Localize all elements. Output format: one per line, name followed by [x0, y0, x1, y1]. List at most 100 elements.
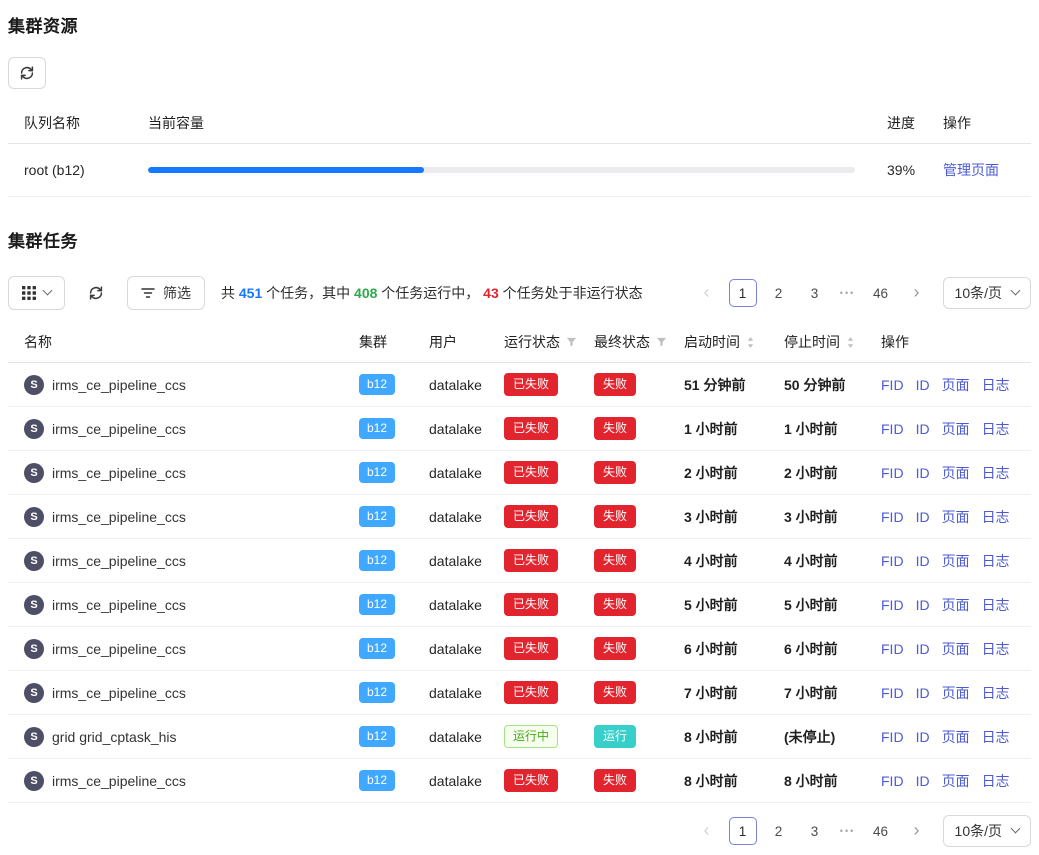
- task-action-link-id[interactable]: ID: [916, 641, 930, 657]
- task-action-link-日志[interactable]: 日志: [982, 421, 1010, 437]
- cluster-badge: b12: [359, 374, 395, 395]
- task-user: datalake: [413, 539, 488, 583]
- manage-page-link[interactable]: 管理页面: [943, 162, 999, 178]
- task-action-link-id[interactable]: ID: [916, 553, 930, 569]
- pagination-prev-icon[interactable]: ‹: [693, 817, 721, 845]
- task-action-link-页面[interactable]: 页面: [942, 509, 970, 525]
- filter-icon: [141, 287, 155, 299]
- task-action-link-日志[interactable]: 日志: [982, 729, 1010, 745]
- task-action-link-id[interactable]: ID: [916, 509, 930, 525]
- task-name: grid grid_cptask_his: [52, 729, 177, 745]
- task-action-link-日志[interactable]: 日志: [982, 597, 1010, 613]
- task-action-link-fid[interactable]: FID: [881, 509, 904, 525]
- col-run-status[interactable]: 运行状态: [488, 322, 578, 363]
- task-action-link-页面[interactable]: 页面: [942, 773, 970, 789]
- table-row: Sirms_ce_pipeline_ccsb12datalake已失败失败6 小…: [8, 627, 1031, 671]
- pagination-page-2[interactable]: 2: [765, 279, 793, 307]
- page-size-select[interactable]: 10条/页: [943, 277, 1031, 309]
- task-action-link-fid[interactable]: FID: [881, 421, 904, 437]
- task-action-link-id[interactable]: ID: [916, 729, 930, 745]
- task-action-link-日志[interactable]: 日志: [982, 553, 1010, 569]
- sorter-icon[interactable]: [746, 336, 755, 349]
- final-status-badge: 失败: [594, 373, 636, 396]
- table-row: Sirms_ce_pipeline_ccsb12datalake已失败失败8 小…: [8, 759, 1031, 803]
- task-action-link-页面[interactable]: 页面: [942, 553, 970, 569]
- filter-funnel-icon[interactable]: [566, 337, 577, 348]
- pagination-page-46[interactable]: 46: [867, 279, 895, 307]
- start-time: 8 小时前: [668, 759, 768, 803]
- task-action-link-页面[interactable]: 页面: [942, 729, 970, 745]
- task-action-link-fid[interactable]: FID: [881, 377, 904, 393]
- pagination-page-1[interactable]: 1: [729, 279, 757, 307]
- task-action-link-日志[interactable]: 日志: [982, 773, 1010, 789]
- table-row: root (b12) 39% 管理页面: [8, 144, 1031, 197]
- col-stop-time[interactable]: 停止时间: [768, 322, 865, 363]
- tasks-refresh-button[interactable]: [81, 277, 111, 309]
- page-size-select[interactable]: 10条/页: [943, 815, 1031, 847]
- start-time: 4 小时前: [668, 539, 768, 583]
- task-action-link-页面[interactable]: 页面: [942, 465, 970, 481]
- final-status-badge: 失败: [594, 769, 636, 792]
- pagination-page-2[interactable]: 2: [765, 817, 793, 845]
- chevron-down-icon: [1011, 286, 1021, 296]
- resources-refresh-button[interactable]: [8, 57, 46, 89]
- col-final-status[interactable]: 最终状态: [578, 322, 668, 363]
- pagination-page-3[interactable]: 3: [801, 279, 829, 307]
- final-status-badge: 失败: [594, 417, 636, 440]
- task-action-link-fid[interactable]: FID: [881, 465, 904, 481]
- start-time: 51 分钟前: [668, 363, 768, 407]
- pagination-next-icon[interactable]: ›: [903, 817, 931, 845]
- filter-funnel-icon[interactable]: [656, 337, 667, 348]
- task-action-link-id[interactable]: ID: [916, 773, 930, 789]
- task-summary: 共 451 个任务，其中 408 个任务运行中， 43 个任务处于非运行状态: [221, 283, 643, 303]
- stop-time: 4 小时前: [768, 539, 865, 583]
- start-time: 5 小时前: [668, 583, 768, 627]
- stop-time: 6 小时前: [768, 627, 865, 671]
- task-action-link-日志[interactable]: 日志: [982, 685, 1010, 701]
- pagination-ellipsis[interactable]: •••: [837, 826, 859, 836]
- task-action-link-id[interactable]: ID: [916, 597, 930, 613]
- filter-button[interactable]: 筛选: [127, 276, 205, 310]
- tasks-toolbar: 筛选 共 451 个任务，其中 408 个任务运行中， 43 个任务处于非运行状…: [8, 276, 1031, 310]
- task-action-link-页面[interactable]: 页面: [942, 641, 970, 657]
- task-action-link-fid[interactable]: FID: [881, 597, 904, 613]
- stop-time: 2 小时前: [768, 451, 865, 495]
- task-action-link-id[interactable]: ID: [916, 377, 930, 393]
- total-task-count: 451: [239, 285, 262, 301]
- task-action-link-fid[interactable]: FID: [881, 729, 904, 745]
- col-start-time[interactable]: 启动时间: [668, 322, 768, 363]
- task-action-link-日志[interactable]: 日志: [982, 641, 1010, 657]
- task-action-link-fid[interactable]: FID: [881, 641, 904, 657]
- task-action-link-fid[interactable]: FID: [881, 553, 904, 569]
- task-action-link-页面[interactable]: 页面: [942, 685, 970, 701]
- task-action-link-页面[interactable]: 页面: [942, 597, 970, 613]
- task-user: datalake: [413, 363, 488, 407]
- start-time: 7 小时前: [668, 671, 768, 715]
- pagination: ‹ 123 ••• 46 › 10条/页: [693, 277, 1031, 309]
- pagination-ellipsis[interactable]: •••: [837, 288, 859, 298]
- pagination-prev-icon[interactable]: ‹: [693, 279, 721, 307]
- task-action-link-日志[interactable]: 日志: [982, 509, 1010, 525]
- task-action-link-页面[interactable]: 页面: [942, 377, 970, 393]
- pagination-next-icon[interactable]: ›: [903, 279, 931, 307]
- sorter-icon[interactable]: [846, 336, 855, 349]
- task-action-link-页面[interactable]: 页面: [942, 421, 970, 437]
- task-action-link-日志[interactable]: 日志: [982, 377, 1010, 393]
- task-action-link-fid[interactable]: FID: [881, 685, 904, 701]
- task-action-link-id[interactable]: ID: [916, 685, 930, 701]
- task-action-link-fid[interactable]: FID: [881, 773, 904, 789]
- task-name: irms_ce_pipeline_ccs: [52, 509, 186, 525]
- task-user: datalake: [413, 627, 488, 671]
- task-action-link-id[interactable]: ID: [916, 421, 930, 437]
- final-status-badge: 失败: [594, 461, 636, 484]
- view-switch-button[interactable]: [8, 276, 65, 310]
- spark-avatar-icon: S: [24, 639, 44, 659]
- pagination-page-1[interactable]: 1: [729, 817, 757, 845]
- task-action-link-id[interactable]: ID: [916, 465, 930, 481]
- filter-button-label: 筛选: [163, 283, 191, 303]
- task-action-link-日志[interactable]: 日志: [982, 465, 1010, 481]
- grid-icon: [22, 286, 36, 300]
- pagination-page-3[interactable]: 3: [801, 817, 829, 845]
- pagination-page-46[interactable]: 46: [867, 817, 895, 845]
- stop-time: 1 小时前: [768, 407, 865, 451]
